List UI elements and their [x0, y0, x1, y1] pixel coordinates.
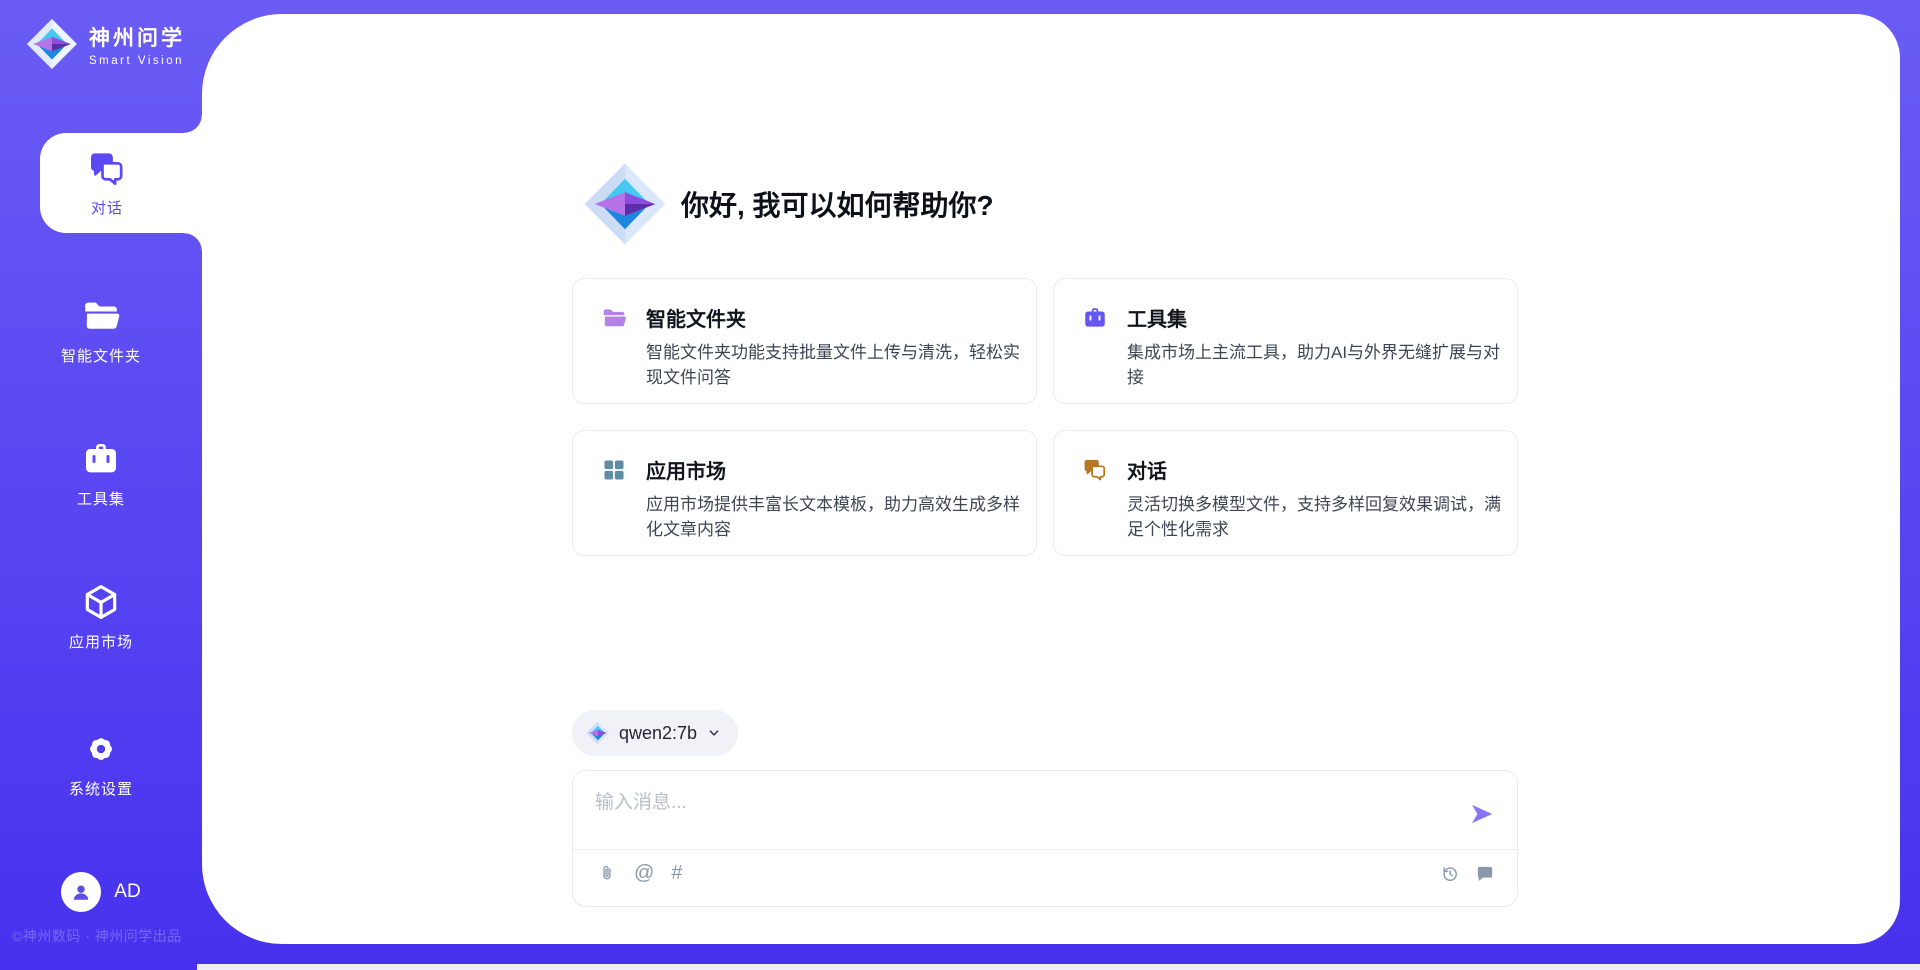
mention-icon[interactable]: @: [634, 863, 654, 883]
chat-icon: [1082, 457, 1108, 483]
chevron-down-icon: [706, 725, 722, 741]
sidebar-item-chat[interactable]: 对话: [40, 133, 202, 233]
attachment-icon[interactable]: [597, 863, 617, 883]
copyright-text: ©神州数码 · 神州问学出品: [12, 926, 182, 946]
sidebar-item-label: 应用市场: [69, 631, 133, 652]
message-composer: @ #: [572, 770, 1518, 907]
model-selector[interactable]: qwen2:7b: [572, 710, 738, 756]
user-account[interactable]: AD: [0, 872, 202, 912]
folder-icon: [601, 305, 627, 331]
tab-fillet-bottom: [184, 233, 202, 251]
card-title: 应用市场: [646, 455, 726, 484]
card-title: 对话: [1127, 455, 1167, 484]
sidebar-item-label: 系统设置: [69, 778, 133, 799]
greeting: 你好, 我可以如何帮助你?: [583, 162, 994, 246]
sidebar-item-app-market[interactable]: 应用市场: [0, 582, 202, 652]
comment-icon[interactable]: [1475, 864, 1495, 884]
folder-icon: [81, 296, 121, 336]
gear-icon: [81, 729, 121, 769]
card-toolset[interactable]: 工具集 集成市场上主流工具，助力AI与外界无缝扩展与对接: [1053, 278, 1518, 404]
composer-divider: [573, 849, 1517, 850]
sidebar-item-label: 对话: [91, 197, 123, 218]
brand-diamond-icon: [26, 18, 78, 70]
cube-icon: [81, 582, 121, 622]
sidebar-item-label: 智能文件夹: [61, 345, 141, 366]
history-icon[interactable]: [1440, 864, 1460, 884]
grid-icon: [601, 457, 627, 483]
sidebar-item-smart-folder[interactable]: 智能文件夹: [0, 296, 202, 366]
chat-icon: [87, 149, 127, 189]
brand-name-cn: 神州问学: [89, 22, 185, 52]
card-title: 智能文件夹: [646, 303, 746, 332]
user-name: AD: [114, 881, 140, 903]
sidebar-item-settings[interactable]: 系统设置: [0, 729, 202, 799]
card-description: 智能文件夹功能支持批量文件上传与清洗，轻松实现文件问答: [646, 340, 1028, 390]
avatar: [61, 872, 101, 912]
composer-tools-right: [1440, 864, 1495, 884]
card-description: 灵活切换多模型文件，支持多样回复效果调试，满足个性化需求: [1127, 492, 1509, 542]
feature-cards: 智能文件夹 智能文件夹功能支持批量文件上传与清洗，轻松实现文件问答 工具集 集成…: [572, 278, 1518, 556]
card-description: 应用市场提供丰富长文本模板，助力高效生成多样化文章内容: [646, 492, 1028, 542]
horizontal-scrollbar[interactable]: [197, 964, 1920, 970]
card-app-market[interactable]: 应用市场 应用市场提供丰富长文本模板，助力高效生成多样化文章内容: [572, 430, 1037, 556]
main-content-panel: 你好, 我可以如何帮助你? 智能文件夹 智能文件夹功能支持批量文件上传与清洗，轻…: [202, 14, 1900, 944]
send-icon[interactable]: [1469, 801, 1495, 827]
assistant-diamond-icon: [583, 162, 667, 246]
hashtag-icon[interactable]: #: [671, 863, 682, 883]
brand-name-en: Smart Vision: [89, 55, 185, 67]
card-smart-folder[interactable]: 智能文件夹 智能文件夹功能支持批量文件上传与清洗，轻松实现文件问答: [572, 278, 1037, 404]
card-title: 工具集: [1127, 303, 1187, 332]
greeting-title: 你好, 我可以如何帮助你?: [681, 184, 994, 224]
brand: 神州问学 Smart Vision: [26, 18, 185, 70]
card-chat[interactable]: 对话 灵活切换多模型文件，支持多样回复效果调试，满足个性化需求: [1053, 430, 1518, 556]
tab-fillet-top: [184, 115, 202, 133]
sidebar-item-label: 工具集: [77, 488, 125, 509]
message-input[interactable]: [595, 787, 1415, 841]
composer-tools-left: @ #: [597, 863, 682, 883]
sidebar-item-toolset[interactable]: 工具集: [0, 439, 202, 509]
person-icon: [69, 880, 93, 904]
toolbox-icon: [81, 439, 121, 479]
toolbox-icon: [1082, 305, 1108, 331]
model-name: qwen2:7b: [619, 723, 697, 744]
card-description: 集成市场上主流工具，助力AI与外界无缝扩展与对接: [1127, 340, 1509, 390]
model-diamond-icon: [586, 721, 610, 745]
